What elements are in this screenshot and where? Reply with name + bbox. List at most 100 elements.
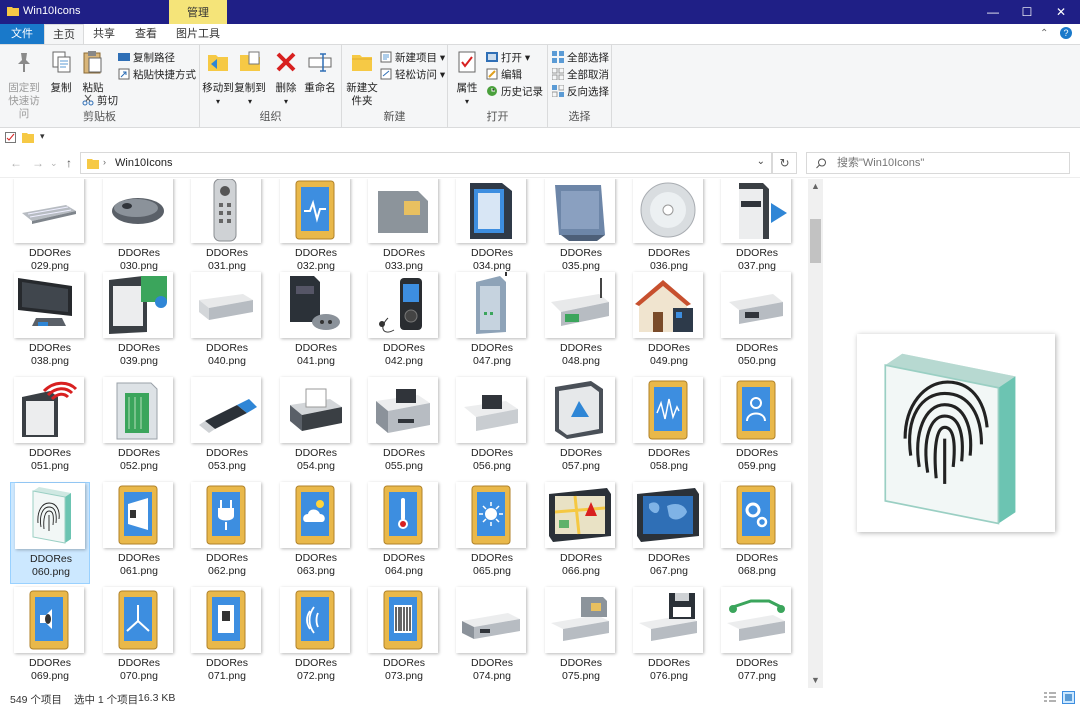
file-item[interactable]: DDORes 070.png — [99, 587, 179, 688]
file-item[interactable]: DDORes 054.png — [276, 377, 356, 479]
file-item[interactable]: DDORes 063.png — [276, 482, 356, 584]
cut-button[interactable]: 剪切 — [82, 93, 118, 109]
close-button[interactable]: ✕ — [1044, 0, 1078, 24]
file-item[interactable]: DDORes 051.png — [10, 377, 90, 479]
search-input[interactable] — [837, 155, 1057, 171]
file-item[interactable]: DDORes 062.png — [187, 482, 267, 584]
file-item-selected[interactable]: DDORes 060.png — [10, 482, 90, 584]
file-item[interactable]: DDORes 057.png — [541, 377, 621, 479]
delete-button[interactable]: 删除 ▾ — [272, 49, 300, 108]
select-none-button[interactable]: 全部取消 — [552, 67, 609, 83]
refresh-button[interactable]: ↻ — [772, 152, 797, 174]
recent-locations-icon[interactable]: ⌄ — [50, 158, 58, 169]
search-box[interactable] — [806, 152, 1070, 174]
file-item[interactable]: DDORes 066.png — [541, 482, 621, 584]
copy-path-button[interactable]: 复制路径 — [118, 50, 175, 66]
file-item[interactable]: DDORes 050.png — [717, 272, 797, 374]
scroll-up-icon[interactable]: ▲ — [811, 181, 820, 191]
address-box[interactable]: › Win10Icons ⌄ — [80, 152, 772, 174]
file-item[interactable]: DDORes 029.png — [10, 179, 90, 279]
breadcrumb-chevron-icon[interactable]: › — [103, 157, 106, 167]
file-item[interactable]: DDORes 061.png — [99, 482, 179, 584]
new-folder-qat-icon[interactable] — [22, 132, 34, 143]
file-item[interactable]: DDORes 038.png — [10, 272, 90, 374]
file-item[interactable]: DDORes 073.png — [364, 587, 444, 688]
maximize-button[interactable]: ☐ — [1010, 0, 1044, 24]
file-item[interactable]: DDORes 076.png — [629, 587, 709, 688]
customize-qat-icon[interactable]: ▾ — [40, 131, 45, 142]
minimize-button[interactable]: — — [976, 0, 1010, 24]
file-item[interactable]: DDORes 049.png — [629, 272, 709, 374]
file-item[interactable]: DDORes 031.png — [187, 179, 267, 279]
file-item[interactable]: DDORes 074.png — [452, 587, 532, 688]
tab-picture-tools[interactable]: 图片工具 — [170, 24, 226, 44]
details-view-icon[interactable] — [1044, 692, 1056, 703]
file-item[interactable]: DDORes 058.png — [629, 377, 709, 479]
file-item[interactable]: DDORes 056.png — [452, 377, 532, 479]
file-item[interactable]: DDORes 034.png — [452, 179, 532, 279]
new-folder-button[interactable]: 新建文件夹 — [344, 49, 380, 108]
memory-card-icon — [116, 382, 158, 440]
help-icon[interactable]: ? — [1060, 27, 1072, 39]
file-item[interactable]: DDORes 047.png — [452, 268, 532, 374]
forward-arrow-icon[interactable]: → — [32, 156, 44, 170]
tab-home[interactable]: 主页 — [44, 24, 84, 44]
file-item[interactable]: DDORes 032.png — [276, 179, 356, 279]
file-item[interactable]: DDORes 069.png — [10, 587, 90, 688]
tab-manage[interactable]: 管理 — [169, 0, 227, 24]
copy-to-button[interactable]: 复制到 ▾ — [234, 49, 266, 108]
select-all-button[interactable]: 全部选择 — [552, 50, 609, 66]
paste-button[interactable]: 粘贴 — [78, 49, 108, 95]
file-item[interactable]: DDORes 055.png — [364, 377, 444, 479]
file-name: DDORes 072.png — [294, 657, 337, 682]
paste-shortcut-button[interactable]: 粘贴快捷方式 — [118, 67, 196, 83]
tab-share[interactable]: 共享 — [86, 24, 122, 44]
ribbon-collapse-icon[interactable]: ⌃ — [1040, 28, 1048, 39]
properties-button[interactable]: 属性 ▾ — [452, 49, 482, 108]
file-item[interactable]: DDORes 068.png — [717, 482, 797, 584]
file-item[interactable]: DDORes 072.png — [276, 587, 356, 688]
up-arrow-icon[interactable]: ↑ — [66, 156, 72, 170]
file-name: DDORes 076.png — [647, 657, 690, 682]
tab-view[interactable]: 查看 — [126, 24, 166, 44]
file-item[interactable]: DDORes 035.png — [541, 179, 621, 279]
rename-button[interactable]: 重命名 — [302, 49, 338, 95]
new-item-button[interactable]: 新建项目 ▾ — [380, 50, 445, 66]
history-button[interactable]: 历史记录 — [486, 84, 543, 100]
file-item[interactable]: DDORes 033.png — [364, 179, 444, 279]
move-to-button[interactable]: 移动到 ▾ — [202, 49, 234, 108]
fingerprint-icon — [884, 353, 1016, 525]
file-item[interactable]: DDORes 075.png — [541, 587, 621, 688]
file-item[interactable]: DDORes 065.png — [452, 482, 532, 584]
file-item[interactable]: DDORes 042.png — [364, 272, 444, 374]
open-button[interactable]: 打开 ▾ — [486, 50, 530, 66]
easy-access-button[interactable]: 轻松访问 ▾ — [380, 67, 445, 83]
scroll-down-icon[interactable]: ▼ — [811, 675, 820, 685]
file-item[interactable]: DDORes 059.png — [717, 377, 797, 479]
file-item[interactable]: DDORes 048.png — [541, 272, 621, 374]
large-icons-view-icon[interactable] — [1062, 691, 1075, 704]
file-item[interactable]: DDORes 037.png — [717, 179, 797, 279]
file-item[interactable]: DDORes 053.png — [187, 377, 267, 479]
invert-selection-button[interactable]: 反向选择 — [552, 84, 609, 100]
properties-check-icon[interactable] — [5, 132, 16, 143]
file-item[interactable]: DDORes 030.png — [99, 179, 179, 279]
file-item[interactable]: DDORes 067.png — [629, 482, 709, 584]
tab-file[interactable]: 文件 — [0, 24, 44, 44]
breadcrumb[interactable]: Win10Icons — [115, 157, 172, 169]
file-item[interactable]: DDORes 036.png — [629, 179, 709, 279]
back-arrow-icon[interactable]: ← — [10, 156, 22, 170]
file-item[interactable]: DDORes 064.png — [364, 482, 444, 584]
edit-button[interactable]: 编辑 — [486, 67, 522, 83]
vertical-scrollbar[interactable]: ▲ ▼ — [808, 179, 823, 688]
file-item[interactable]: DDORes 071.png — [187, 587, 267, 688]
file-item[interactable]: DDORes 041.png — [276, 272, 356, 374]
file-item[interactable]: DDORes 039.png — [99, 272, 179, 374]
copy-button[interactable]: 复制 — [46, 49, 76, 95]
address-dropdown-icon[interactable]: ⌄ — [757, 156, 765, 167]
scrollbar-thumb[interactable] — [810, 219, 821, 263]
file-item[interactable]: DDORes 077.png — [717, 587, 797, 688]
keyboard-icon — [22, 205, 76, 224]
file-item[interactable]: DDORes 040.png — [187, 272, 267, 374]
file-item[interactable]: DDORes 052.png — [99, 377, 179, 479]
